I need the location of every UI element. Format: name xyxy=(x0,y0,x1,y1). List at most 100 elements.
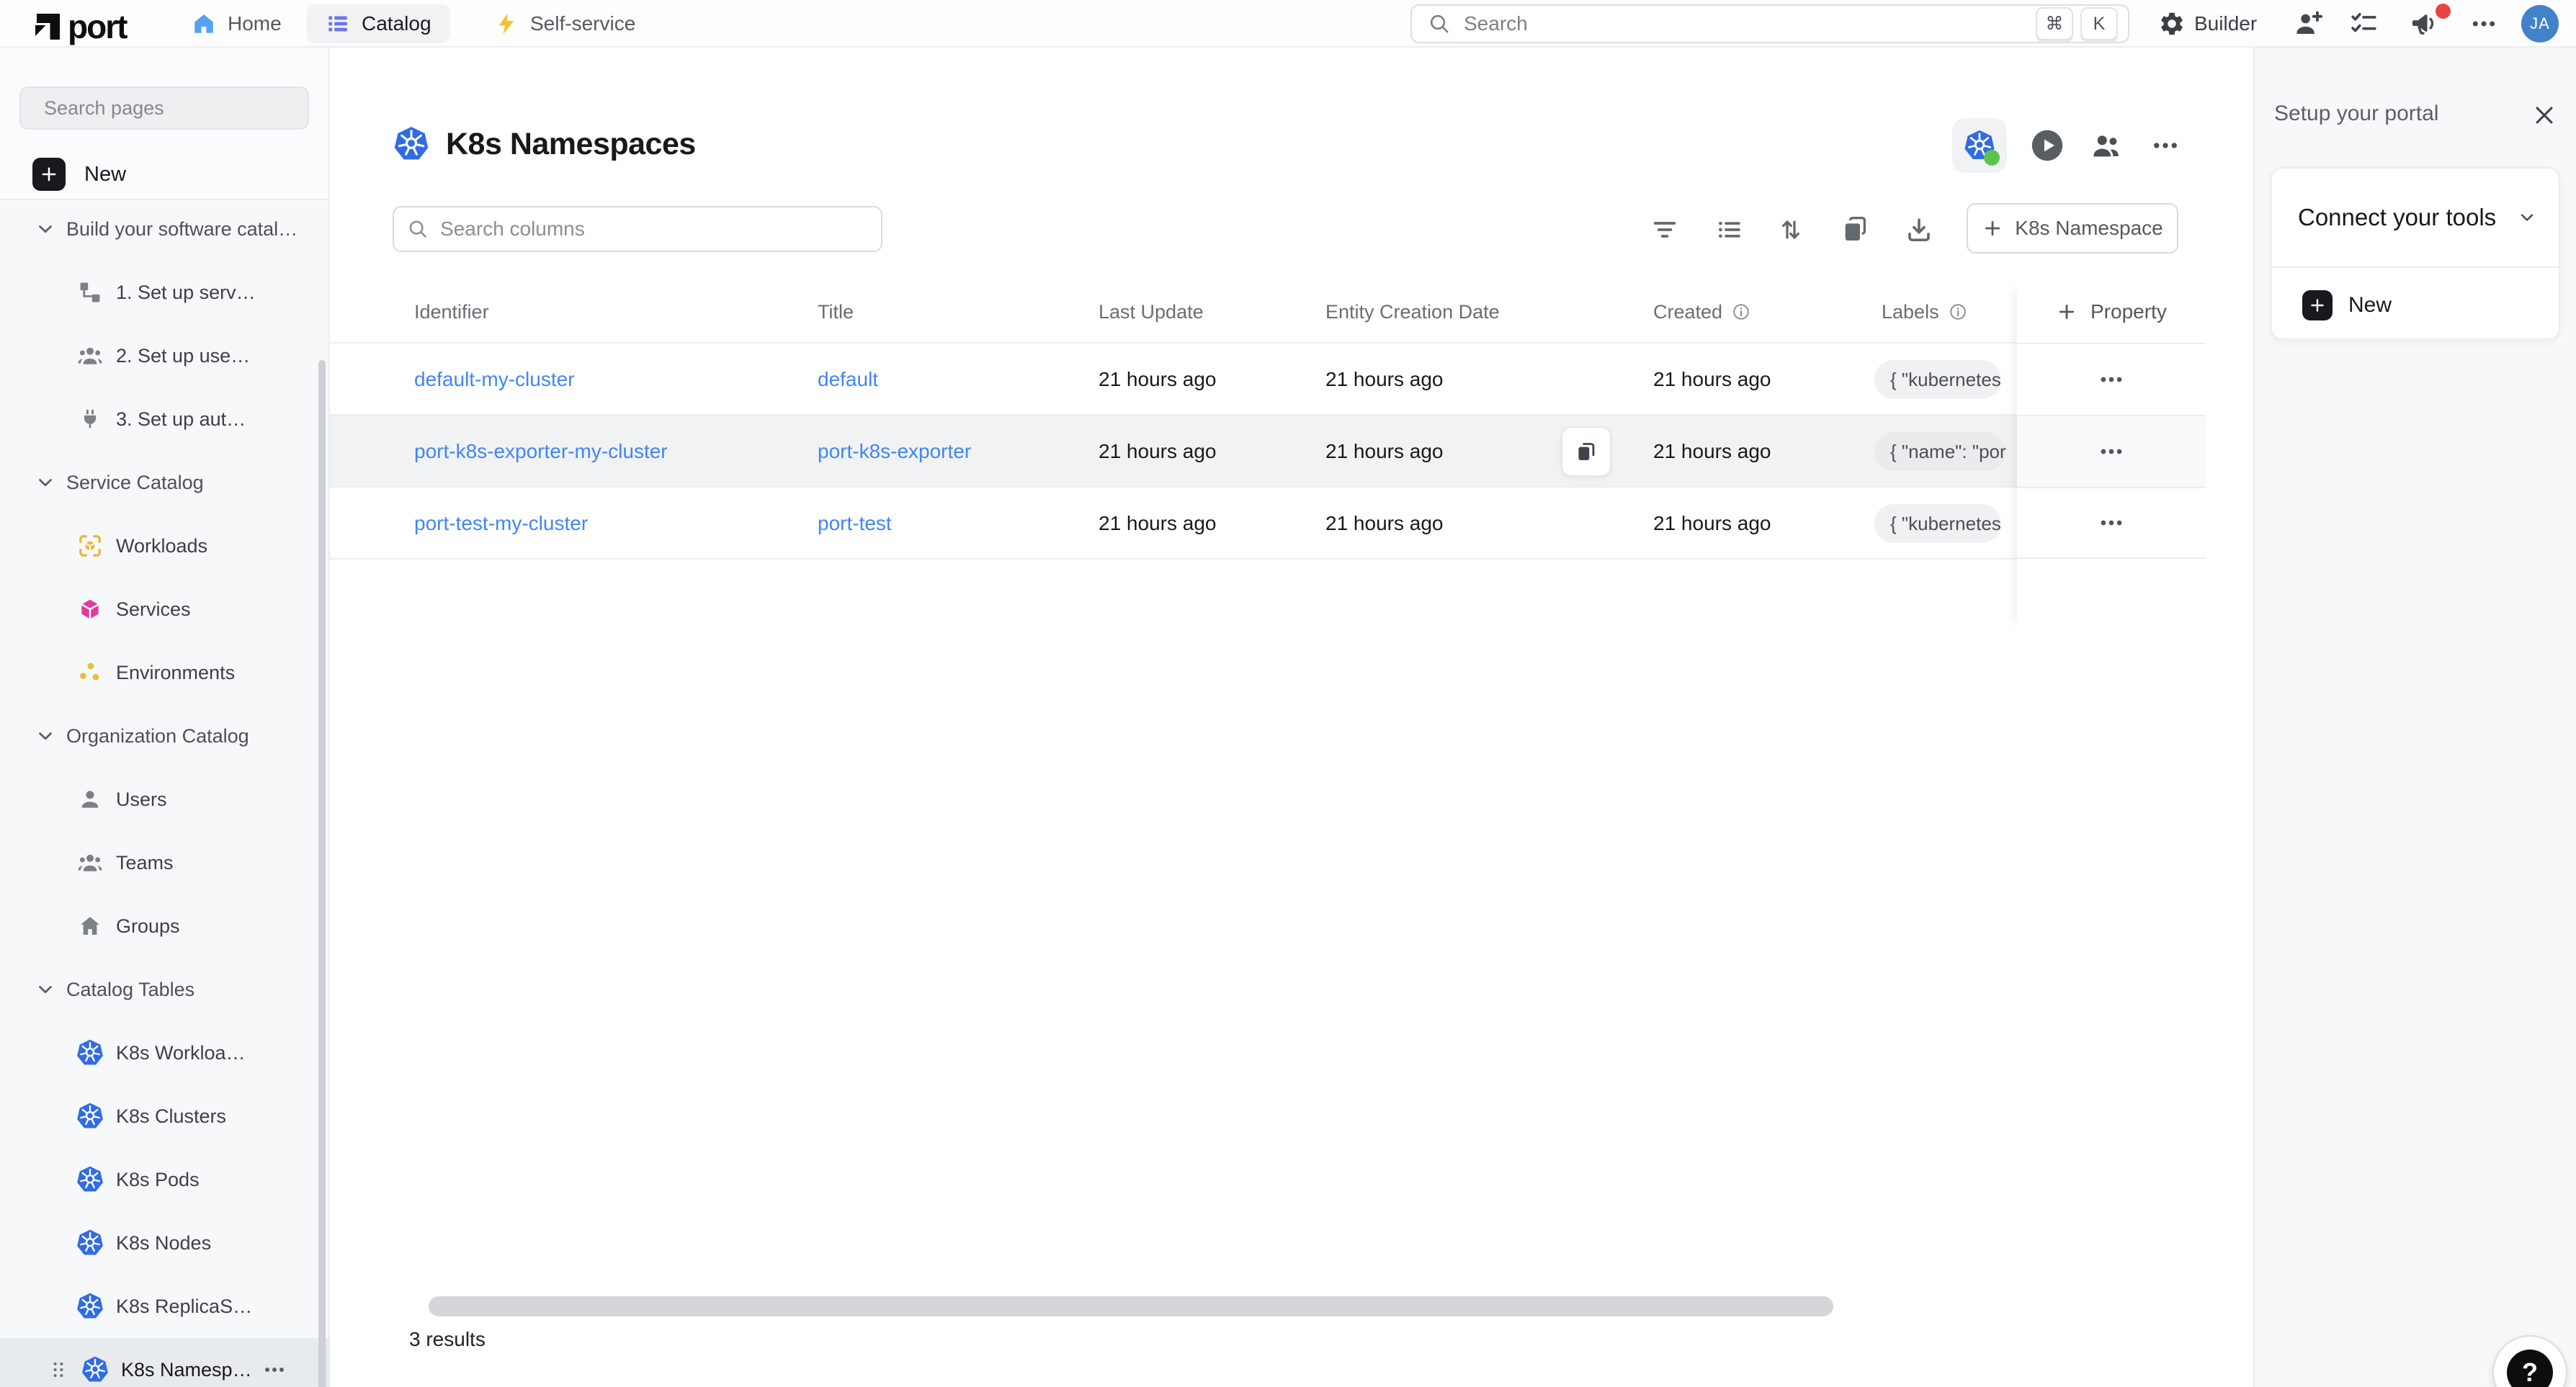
table-row[interactable]: port-k8s-exporter-my-cluster port-k8s-ex… xyxy=(330,414,2206,486)
audience-button[interactable] xyxy=(2079,118,2134,173)
sidebar-search-input[interactable] xyxy=(44,97,299,120)
connect-tools-accordion[interactable]: Connect your tools xyxy=(2272,169,2559,266)
sidebar-item-set-up-automations[interactable]: 3. Set up aut… xyxy=(0,387,328,451)
ellipsis-icon xyxy=(2469,9,2498,38)
close-panel-button[interactable] xyxy=(2530,101,2559,130)
more-menu-button[interactable] xyxy=(2469,0,2498,48)
add-k8s-namespace-button[interactable]: K8s Namespace xyxy=(1967,203,2178,253)
cell-identifier[interactable]: default-my-cluster xyxy=(414,344,575,416)
table-actions-column: Property xyxy=(2017,281,2206,631)
info-icon xyxy=(1948,302,1968,322)
page-more-button[interactable] xyxy=(2138,118,2193,173)
column-header-entity-creation-date[interactable]: Entity Creation Date xyxy=(1325,281,1500,343)
labels-pill[interactable]: { "kubernetes xyxy=(1874,504,2001,543)
sidebar-item-services[interactable]: Services xyxy=(0,578,328,641)
table-header: Identifier Title Last Update Entity Crea… xyxy=(330,281,2206,343)
cell-title[interactable]: default xyxy=(818,344,878,416)
copy-view-button[interactable] xyxy=(1839,214,1871,246)
chevron-down-icon xyxy=(35,472,56,493)
invite-users-button[interactable] xyxy=(2294,0,2324,48)
nav-home[interactable]: Home xyxy=(192,0,282,48)
page-title: K8s Namespaces xyxy=(446,127,696,162)
horizontal-scrollbar[interactable] xyxy=(429,1296,1833,1316)
cell-identifier[interactable]: port-k8s-exporter-my-cluster xyxy=(414,416,668,488)
k8s-icon xyxy=(74,1037,106,1069)
sidebar-item-environments[interactable]: Environments xyxy=(0,641,328,704)
sidebar-item-groups[interactable]: Groups xyxy=(0,894,328,958)
cell-title[interactable]: port-k8s-exporter xyxy=(818,416,971,488)
global-search[interactable]: ⌘ K xyxy=(1410,4,2129,43)
row-more-button[interactable] xyxy=(2017,415,2206,487)
cell-last-update: 21 hours ago xyxy=(1099,488,1216,560)
ellipsis-icon[interactable] xyxy=(262,1357,287,1382)
search-columns[interactable] xyxy=(393,206,882,252)
sort-button[interactable] xyxy=(1775,214,1807,246)
nav-self-service[interactable]: Self-service xyxy=(494,0,635,48)
sidebar-scrollbar[interactable] xyxy=(318,360,326,1387)
ellipsis-icon xyxy=(2098,366,2125,393)
panel-new-button[interactable]: New xyxy=(2302,285,2392,326)
cell-title[interactable]: port-test xyxy=(818,488,892,560)
k8s-icon xyxy=(74,1164,106,1195)
k8s-icon xyxy=(393,125,430,163)
info-icon xyxy=(1731,302,1751,322)
sidebar-search[interactable] xyxy=(19,86,309,130)
labels-pill[interactable]: { "kubernetes xyxy=(1874,360,2001,399)
sidebar-section-service-catalog[interactable]: Service Catalog xyxy=(0,451,328,514)
catalog-icon xyxy=(326,12,350,36)
sidebar-item-set-up-service[interactable]: 1. Set up serv… xyxy=(0,261,328,324)
row-more-button[interactable] xyxy=(2017,343,2206,415)
table-row[interactable]: default-my-cluster default 21 hours ago … xyxy=(330,342,2206,414)
status-dot xyxy=(1984,150,2000,166)
runs-button[interactable] xyxy=(2348,0,2379,48)
row-more-button[interactable] xyxy=(2017,487,2206,559)
sidebar-item-k8s-clusters[interactable]: K8s Clusters xyxy=(0,1085,328,1148)
question-icon: ? xyxy=(2507,1350,2553,1387)
plus-icon xyxy=(2302,290,2333,320)
sidebar-section-build-your-software-catalog[interactable]: Build your software catal… xyxy=(0,197,328,261)
guide-play-button[interactable] xyxy=(2020,118,2075,173)
sidebar-item-k8s-pods[interactable]: K8s Pods xyxy=(0,1148,328,1211)
filter-icon xyxy=(1650,215,1679,244)
ellipsis-icon xyxy=(2150,130,2181,161)
avatar[interactable]: JA xyxy=(2521,5,2559,42)
group-by-button[interactable] xyxy=(1713,214,1745,246)
copy-value-button[interactable] xyxy=(1561,426,1611,477)
add-property-button[interactable]: Property xyxy=(2017,281,2206,343)
sidebar-item-workloads[interactable]: Workloads xyxy=(0,514,328,578)
announcements-button[interactable] xyxy=(2409,0,2439,48)
sidebar-item-k8s-workloads[interactable]: K8s Workloa… xyxy=(0,1021,328,1085)
column-header-labels[interactable]: Labels xyxy=(1882,281,1968,343)
builder-button[interactable]: Builder xyxy=(2158,0,2257,48)
sidebar-section-organization-catalog[interactable]: Organization Catalog xyxy=(0,704,328,768)
column-header-identifier[interactable]: Identifier xyxy=(414,281,489,343)
exporter-status-button[interactable] xyxy=(1952,118,2007,173)
top-bar: port Home Catalog Self-service ⌘ K Build… xyxy=(0,0,2576,48)
sidebar-item-teams[interactable]: Teams xyxy=(0,831,328,894)
sidebar-section-catalog-tables[interactable]: Catalog Tables xyxy=(0,958,328,1021)
drag-handle-icon[interactable] xyxy=(48,1359,69,1381)
sidebar: New Build your software catal… 1. Set up… xyxy=(0,48,330,1387)
cell-identifier[interactable]: port-test-my-cluster xyxy=(414,488,588,560)
port-logo-icon xyxy=(33,12,62,41)
labels-pill[interactable]: { "name": "por xyxy=(1874,432,2006,471)
main-content: K8s Namespaces K8s Namespace xyxy=(330,48,2252,1387)
sidebar-item-k8s-namespaces[interactable]: K8s Namesp… xyxy=(0,1338,328,1387)
sidebar-item-users[interactable]: Users xyxy=(0,768,328,831)
sidebar-item-k8s-replicasets[interactable]: K8s ReplicaS… xyxy=(0,1275,328,1338)
table-row[interactable]: port-test-my-cluster port-test 21 hours … xyxy=(330,486,2206,558)
sidebar-new-button[interactable]: New xyxy=(32,156,126,193)
nav-catalog[interactable]: Catalog xyxy=(307,4,450,43)
sidebar-item-k8s-nodes[interactable]: K8s Nodes xyxy=(0,1211,328,1275)
global-search-input[interactable] xyxy=(1464,12,2029,35)
search-columns-input[interactable] xyxy=(440,217,868,241)
ellipsis-icon xyxy=(2098,438,2125,465)
column-header-last-update[interactable]: Last Update xyxy=(1099,281,1204,343)
column-header-title[interactable]: Title xyxy=(818,281,854,343)
port-logo[interactable]: port xyxy=(33,7,126,46)
column-header-created[interactable]: Created xyxy=(1653,281,1751,343)
sidebar-item-set-up-users[interactable]: 2. Set up use… xyxy=(0,324,328,387)
table-bottom-border xyxy=(330,558,2206,560)
filter-button[interactable] xyxy=(1649,214,1681,246)
download-button[interactable] xyxy=(1903,214,1935,246)
